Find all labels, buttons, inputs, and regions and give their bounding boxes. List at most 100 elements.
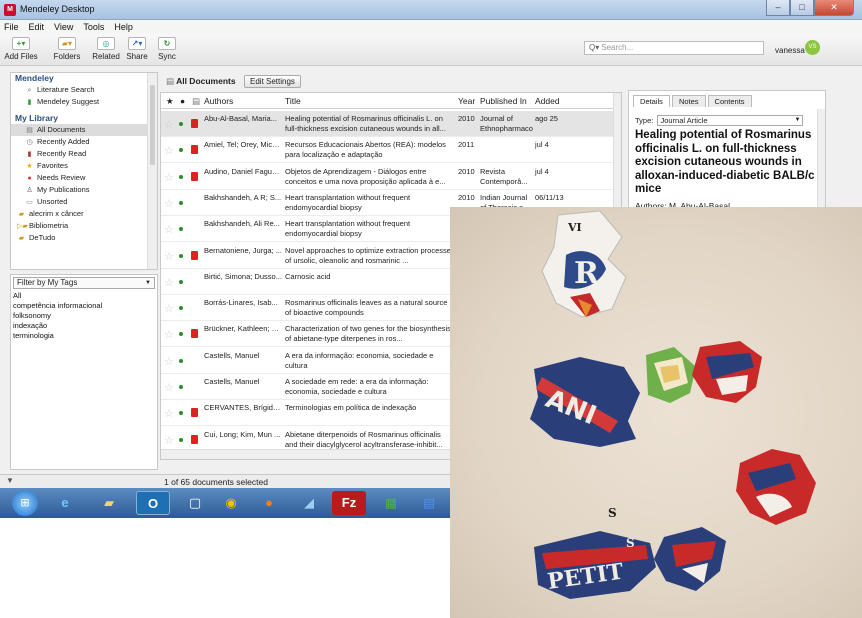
user-name[interactable]: vanessa	[775, 46, 805, 55]
chrome-icon[interactable]: ◉	[214, 491, 248, 515]
start-button[interactable]: ⊞	[12, 490, 38, 516]
pdf-icon[interactable]	[191, 434, 198, 444]
add-files-button[interactable]: +▾ Add Files	[4, 36, 38, 64]
favorite-star-icon[interactable]: ☆	[164, 223, 174, 236]
table-row[interactable]: ☆ Abu-Al-Basal, Maria... Healing potential…	[161, 111, 613, 137]
sidebar-folder-alecrim[interactable]: ▰ alecrim x câncer	[11, 208, 157, 220]
favorite-star-icon[interactable]: ☆	[164, 407, 174, 420]
menu-help[interactable]: Help	[114, 20, 133, 34]
read-status-dot-icon[interactable]	[179, 253, 183, 258]
sidebar-folder-bibliometria[interactable]: ▷▰Bibliometria	[11, 220, 157, 232]
firefox-icon[interactable]: ●	[252, 491, 286, 515]
favorite-star-icon[interactable]: ☆	[164, 328, 174, 341]
filter-icon[interactable]: ▼	[6, 476, 14, 485]
file-explorer-icon[interactable]: ▰	[92, 491, 126, 515]
menu-tools[interactable]: Tools	[83, 20, 104, 34]
column-year[interactable]: Year	[458, 93, 475, 109]
pdf-icon[interactable]	[191, 408, 198, 418]
document-title[interactable]: Healing potential of Rosmarinus officina…	[635, 129, 815, 197]
sidebar-item-needs-review[interactable]: ● Needs Review	[11, 172, 157, 184]
read-status-dot-icon[interactable]	[179, 385, 183, 389]
sidebar-scrollbar[interactable]	[147, 73, 157, 269]
sidebar-item-literature-search[interactable]: ⌕ Literature Search	[11, 84, 157, 96]
sidebar-item-unsorted[interactable]: ▭ Unsorted	[11, 196, 157, 208]
read-status-dot-icon[interactable]	[179, 148, 183, 153]
filter-dropdown[interactable]: Filter by My Tags ▼	[13, 277, 155, 289]
pdf-icon[interactable]	[191, 119, 198, 128]
pdf-icon[interactable]	[191, 329, 198, 339]
favorite-star-icon[interactable]: ☆	[164, 355, 174, 368]
share-button[interactable]: ↗▾ Share	[122, 36, 152, 64]
folders-button[interactable]: ▰▾ Folders	[50, 36, 84, 64]
docs-icon[interactable]: ▤	[412, 491, 446, 515]
read-status-dot-icon[interactable]	[179, 279, 183, 284]
pdf-icon[interactable]	[191, 171, 198, 181]
close-button[interactable]: ✕	[814, 0, 854, 16]
menu-view[interactable]: View	[54, 20, 73, 34]
sync-button[interactable]: ↻ Sync	[156, 36, 178, 64]
read-status-dot-icon[interactable]	[179, 227, 183, 232]
tag-indexacao[interactable]: indexação	[11, 321, 157, 331]
read-status-dot-icon[interactable]	[179, 437, 183, 442]
filezilla-icon[interactable]: Fz	[332, 491, 366, 515]
cell-title: A era da informação: economia, sociedade…	[285, 350, 434, 370]
tab-contents[interactable]: Contents	[707, 95, 752, 107]
sidebar-folder-detudo[interactable]: ▰ DeTudo	[11, 232, 157, 244]
sheets-icon[interactable]: ▦	[374, 491, 408, 515]
read-status-dot-icon[interactable]	[179, 174, 183, 179]
favorite-star-icon[interactable]: ☆	[164, 118, 174, 131]
favorite-star-icon[interactable]: ☆	[164, 381, 174, 394]
related-button[interactable]: ◎ Related	[92, 36, 120, 64]
favorite-star-icon[interactable]: ☆	[164, 197, 174, 210]
sidebar-item-my-publications[interactable]: ♙ My Publications	[11, 184, 157, 196]
edit-settings-button[interactable]: Edit Settings	[244, 75, 301, 88]
read-status-dot-icon[interactable]	[179, 411, 183, 416]
table-row[interactable]: ☆ Audino, Daniel Fagun... Objetos de Apren…	[161, 164, 613, 190]
media-icon[interactable]: ▢	[178, 491, 212, 515]
file-column-icon[interactable]: ▤	[192, 93, 200, 109]
tag-all[interactable]: All	[11, 291, 157, 301]
maximize-button[interactable]: □	[790, 0, 814, 16]
tag-terminologia[interactable]: terminologia	[11, 331, 157, 341]
favorite-star-icon[interactable]: ☆	[164, 144, 174, 157]
favorite-star-icon[interactable]: ☆	[164, 434, 174, 447]
pdf-icon[interactable]	[191, 250, 198, 260]
menu-file[interactable]: File	[4, 20, 19, 34]
sidebar-item-recently-added[interactable]: ◷ Recently Added	[11, 136, 157, 148]
documents-icon: ▤	[166, 76, 177, 86]
sidebar-item-all-documents[interactable]: ▤ All Documents	[11, 124, 157, 136]
favorite-star-icon[interactable]: ☆	[164, 302, 174, 315]
tag-competencia[interactable]: competência informacional	[11, 301, 157, 311]
avatar[interactable]: VS	[805, 40, 820, 55]
read-status-dot-icon[interactable]	[179, 200, 183, 205]
column-added[interactable]: Added	[535, 93, 560, 109]
favorite-star-icon[interactable]: ☆	[164, 276, 174, 289]
table-row[interactable]: ☆ Amiel, Tel; Orey, Mich... Recursos Educa…	[161, 137, 613, 164]
column-authors[interactable]: Authors	[204, 93, 233, 109]
tab-details[interactable]: Details	[633, 95, 670, 107]
column-published[interactable]: Published In	[480, 93, 527, 109]
search-input[interactable]: Q▾ Search...	[584, 41, 764, 55]
cell-title: Characterization of two genes for the bi…	[285, 324, 451, 344]
minimize-button[interactable]: –	[766, 0, 790, 16]
type-dropdown[interactable]: Journal Article ▼	[657, 115, 804, 126]
sidebar-item-mendeley-suggest[interactable]: ▮ Mendeley Suggest	[11, 96, 157, 108]
read-status-dot-icon[interactable]	[179, 332, 183, 337]
internet-explorer-icon[interactable]: e	[48, 491, 82, 515]
tag-folksonomy[interactable]: folksonomy	[11, 311, 157, 321]
menu-edit[interactable]: Edit	[29, 20, 45, 34]
favorite-star-icon[interactable]: ☆	[164, 250, 174, 263]
read-column-icon[interactable]: ●	[180, 93, 185, 109]
pdf-icon[interactable]	[191, 145, 198, 155]
sidebar-item-recently-read[interactable]: ▮ Recently Read	[11, 148, 157, 160]
read-status-dot-icon[interactable]	[179, 306, 183, 311]
favorite-star-icon[interactable]: ☆	[164, 171, 174, 184]
ink-icon[interactable]: ◢	[292, 491, 326, 515]
sidebar-item-favorites[interactable]: ★ Favorites	[11, 160, 157, 172]
column-title[interactable]: Title	[285, 93, 301, 109]
outlook-icon[interactable]: O	[136, 491, 170, 515]
read-status-dot-icon[interactable]	[179, 358, 183, 363]
tab-notes[interactable]: Notes	[671, 95, 706, 107]
favorite-column-icon[interactable]: ★	[166, 93, 174, 109]
read-status-dot-icon[interactable]	[179, 122, 183, 126]
